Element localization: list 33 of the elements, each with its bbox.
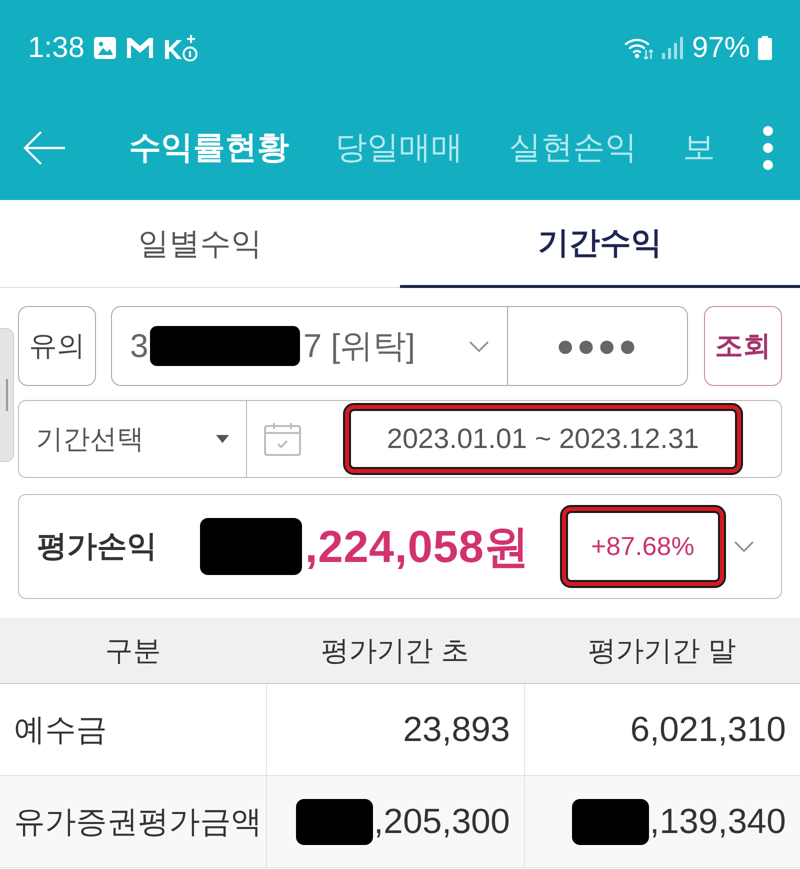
profit-amount: ,224,058원 [305,520,530,574]
column-header: 평가기간 말 [588,634,736,668]
back-arrow-icon[interactable] [22,130,66,166]
more-menu-icon[interactable] [762,125,774,171]
chevron-down-icon[interactable] [734,541,754,552]
date-range-text[interactable]: 2023.01.01 ~ 2023.12.31 [386,423,700,455]
table-cell: 23,893 [402,710,510,750]
battery-icon [758,36,772,60]
signal-icon [662,37,684,59]
table-cell: ,139,340 [650,802,786,842]
battery-percentage: 97% [692,32,750,64]
wifi-icon [624,36,654,60]
row-label: 예수금 [14,710,107,748]
calendar-icon[interactable] [264,422,301,456]
status-time: 1:38 [28,32,84,64]
table-cell: ,205,300 [374,802,510,842]
row-label: 유가증권평가금액 [14,802,262,840]
chevron-down-icon [469,340,489,352]
m-letter-icon [126,37,154,59]
profit-rate: +87.68% [590,531,694,562]
password-field[interactable]: ●●●● [508,306,688,386]
app-notification-icon [164,34,198,62]
search-button[interactable]: 조회 [704,306,782,386]
edge-panel-handle[interactable] [0,328,14,462]
column-header: 평가기간 초 [321,634,469,668]
notice-button[interactable]: 유의 [18,306,96,386]
profit-label: 평가손익 [37,529,158,565]
period-dropdown[interactable]: 기간선택 [19,401,247,477]
table-cell: 6,021,310 [630,710,786,750]
account-dropdown[interactable]: 3 7 [위탁] [111,306,508,386]
dropdown-triangle-icon [216,435,229,443]
gallery-icon [94,37,116,59]
column-header: 구분 [105,634,161,668]
